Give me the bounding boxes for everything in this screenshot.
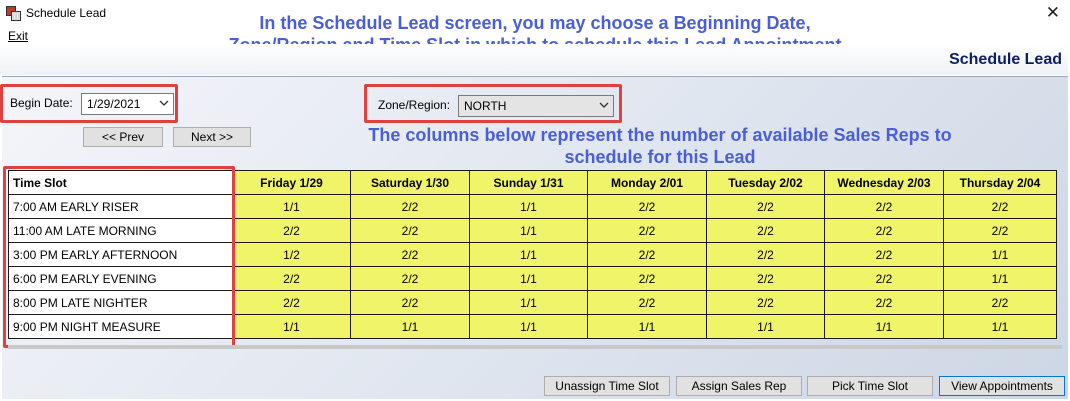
availability-note: The columns below represent the number o… bbox=[320, 124, 1000, 168]
availability-cell[interactable]: 2/2 bbox=[824, 290, 944, 315]
availability-cell[interactable]: 2/2 bbox=[350, 266, 470, 291]
column-header-day: Tuesday 2/02 bbox=[706, 170, 825, 195]
begin-date-value: 1/29/2021 bbox=[87, 97, 141, 111]
zone-region-dropdown[interactable]: NORTH bbox=[458, 95, 614, 117]
chevron-down-icon bbox=[159, 100, 169, 106]
chevron-down-icon bbox=[599, 102, 609, 108]
availability-cell[interactable]: 2/2 bbox=[587, 266, 707, 291]
availability-cell[interactable]: 1/2 bbox=[232, 242, 351, 267]
availability-cell[interactable]: 2/2 bbox=[706, 218, 825, 243]
availability-cell[interactable]: 2/2 bbox=[706, 266, 825, 291]
availability-cell[interactable]: 2/2 bbox=[706, 242, 825, 267]
availability-cell[interactable]: 2/2 bbox=[824, 194, 944, 219]
note-line-1: The columns below represent the number o… bbox=[368, 125, 952, 145]
app-icon bbox=[6, 6, 21, 21]
availability-cell[interactable]: 2/2 bbox=[350, 194, 470, 219]
availability-cell[interactable]: 2/2 bbox=[943, 218, 1057, 243]
availability-cell[interactable]: 1/1 bbox=[469, 290, 588, 315]
menu-exit[interactable]: Exit bbox=[8, 29, 28, 43]
availability-cell[interactable]: 1/1 bbox=[943, 266, 1057, 291]
availability-cell[interactable]: 1/1 bbox=[232, 194, 351, 219]
menu-exit-label: Exit bbox=[8, 29, 29, 43]
availability-cell[interactable]: 2/2 bbox=[706, 194, 825, 219]
window-title: Schedule Lead bbox=[26, 6, 107, 20]
begin-date-picker[interactable]: 1/29/2021 bbox=[81, 93, 174, 115]
column-header-day: Thursday 2/04 bbox=[943, 170, 1057, 195]
availability-cell[interactable]: 1/1 bbox=[943, 242, 1057, 267]
view-appointments-button[interactable]: View Appointments bbox=[939, 376, 1065, 396]
prev-button[interactable]: << Prev bbox=[83, 127, 163, 147]
zone-region-label: Zone/Region: bbox=[378, 98, 451, 112]
next-button[interactable]: Next >> bbox=[173, 127, 251, 147]
availability-cell[interactable]: 2/2 bbox=[232, 266, 351, 291]
availability-cell[interactable]: 2/2 bbox=[943, 290, 1057, 315]
availability-cell[interactable]: 2/2 bbox=[587, 242, 707, 267]
availability-cell[interactable]: 1/1 bbox=[469, 242, 588, 267]
availability-cell[interactable]: 1/1 bbox=[469, 266, 588, 291]
availability-cell[interactable]: 2/2 bbox=[706, 290, 825, 315]
pick-time-slot-button[interactable]: Pick Time Slot bbox=[807, 376, 933, 396]
header-bar bbox=[0, 44, 1068, 75]
assign-sales-rep-button[interactable]: Assign Sales Rep bbox=[676, 376, 802, 396]
availability-cell[interactable]: 2/2 bbox=[943, 194, 1057, 219]
availability-cell[interactable]: 2/2 bbox=[587, 194, 707, 219]
availability-cell[interactable]: 2/2 bbox=[350, 290, 470, 315]
availability-cell[interactable]: 2/2 bbox=[824, 266, 944, 291]
horizontal-scrollbar[interactable] bbox=[8, 345, 1062, 349]
availability-cell[interactable]: 2/2 bbox=[232, 218, 351, 243]
column-header-day: Monday 2/01 bbox=[587, 170, 707, 195]
column-header-day: Sunday 1/31 bbox=[469, 170, 588, 195]
begin-date-label: Begin Date: bbox=[10, 96, 73, 110]
note-line-2: schedule for this Lead bbox=[564, 147, 756, 167]
caption-line-1: In the Schedule Lead screen, you may cho… bbox=[259, 13, 811, 33]
availability-cell[interactable]: 2/2 bbox=[587, 290, 707, 315]
availability-cell[interactable]: 2/2 bbox=[350, 242, 470, 267]
availability-cell[interactable]: 1/1 bbox=[469, 218, 588, 243]
availability-cell[interactable]: 1/1 bbox=[232, 314, 351, 339]
availability-cell[interactable]: 2/2 bbox=[232, 290, 351, 315]
availability-cell[interactable]: 2/2 bbox=[824, 218, 944, 243]
close-icon[interactable]: ✕ bbox=[1046, 3, 1060, 23]
availability-cell[interactable]: 2/2 bbox=[350, 218, 470, 243]
availability-cell[interactable]: 1/1 bbox=[943, 314, 1057, 339]
time-slot-column-highlight bbox=[3, 166, 235, 348]
availability-cell[interactable]: 1/1 bbox=[824, 314, 944, 339]
availability-cell[interactable]: 2/2 bbox=[824, 242, 944, 267]
unassign-time-slot-button[interactable]: Unassign Time Slot bbox=[544, 376, 670, 396]
availability-cell[interactable]: 1/1 bbox=[587, 314, 707, 339]
availability-cell[interactable]: 2/2 bbox=[587, 218, 707, 243]
zone-region-value: NORTH bbox=[464, 99, 507, 113]
header-title: Schedule Lead bbox=[949, 51, 1062, 68]
availability-cell[interactable]: 1/1 bbox=[469, 194, 588, 219]
availability-cell[interactable]: 1/1 bbox=[469, 314, 588, 339]
availability-cell[interactable]: 1/1 bbox=[706, 314, 825, 339]
availability-cell[interactable]: 1/1 bbox=[350, 314, 470, 339]
column-header-day: Wednesday 2/03 bbox=[824, 170, 944, 195]
column-header-day: Saturday 1/30 bbox=[350, 170, 470, 195]
column-header-day: Friday 1/29 bbox=[232, 170, 351, 195]
